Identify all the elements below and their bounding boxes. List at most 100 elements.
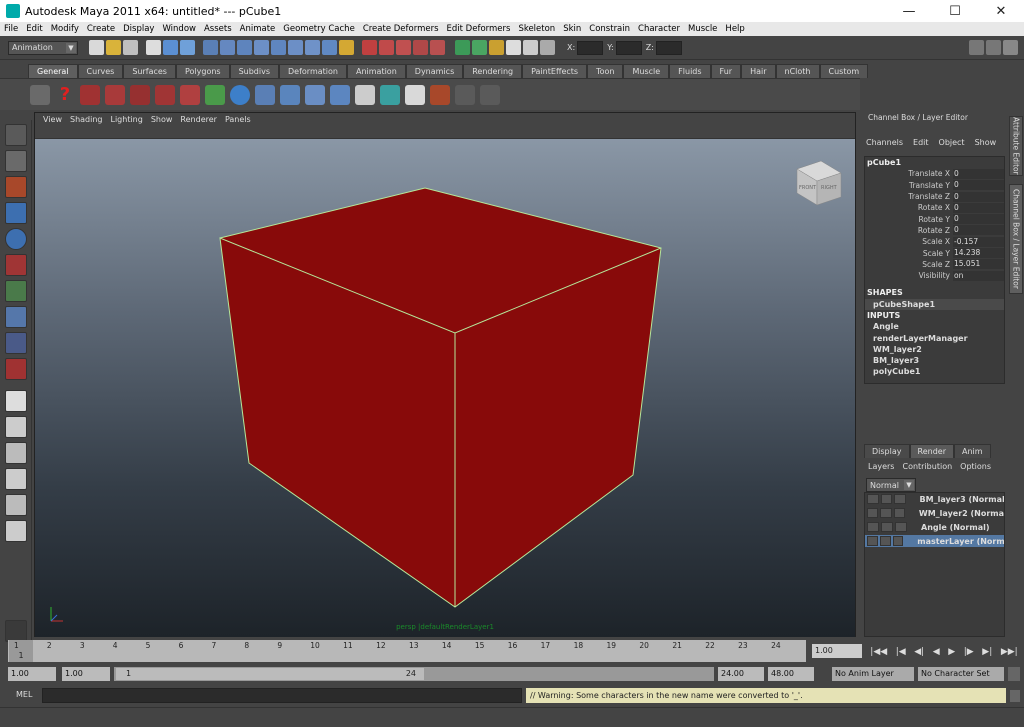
select-surfaces-icon[interactable] bbox=[271, 40, 286, 55]
menu-create[interactable]: Create bbox=[83, 24, 119, 34]
layer-menu-contribution[interactable]: Contribution bbox=[902, 462, 952, 471]
play-forward-icon[interactable]: ▶ bbox=[948, 647, 955, 657]
playback-start-field[interactable]: 1.00 bbox=[62, 667, 110, 681]
layer-menu-layers[interactable]: Layers bbox=[868, 462, 894, 471]
shelf-tab-fluids[interactable]: Fluids bbox=[669, 64, 711, 78]
select-hierarchy-icon[interactable] bbox=[146, 40, 161, 55]
shelf-shader-icon[interactable] bbox=[380, 84, 400, 105]
viewport-menu-panels[interactable]: Panels bbox=[221, 115, 255, 124]
save-scene-icon[interactable] bbox=[123, 40, 138, 55]
graph-layout-icon[interactable] bbox=[5, 468, 27, 490]
go-to-start-icon[interactable]: |◀◀ bbox=[870, 647, 887, 657]
shelf-cube-icon[interactable] bbox=[405, 84, 425, 105]
snap-grid-icon[interactable] bbox=[362, 40, 377, 55]
channel-value[interactable]: 0 bbox=[953, 202, 1004, 213]
channel-value[interactable]: 0 bbox=[953, 225, 1004, 236]
layer-settings-icon[interactable] bbox=[894, 494, 906, 504]
y-field[interactable] bbox=[615, 40, 642, 55]
snap-curve-icon[interactable] bbox=[379, 40, 394, 55]
channel-menu-object[interactable]: Object bbox=[939, 138, 965, 147]
select-rendering-icon[interactable] bbox=[322, 40, 337, 55]
menu-window[interactable]: Window bbox=[158, 24, 200, 34]
channel-value[interactable]: on bbox=[953, 270, 1004, 281]
channel-menu-show[interactable]: Show bbox=[975, 138, 997, 147]
input-node[interactable]: WM_layer2 bbox=[865, 344, 1004, 355]
step-forward-frame-icon[interactable]: |▶ bbox=[964, 647, 974, 657]
shape-node[interactable]: pCubeShape1 bbox=[865, 298, 1004, 310]
render-toggle-icon[interactable] bbox=[879, 536, 891, 546]
anim-end-field[interactable]: 48.00 bbox=[768, 667, 814, 681]
viewport-menu-shading[interactable]: Shading bbox=[66, 115, 107, 124]
shelf-joint-icon[interactable] bbox=[255, 84, 275, 105]
shelf-tab-painteffects[interactable]: PaintEffects bbox=[522, 64, 588, 78]
menu-geometry-cache[interactable]: Geometry Cache bbox=[279, 24, 359, 34]
viewcube[interactable]: FRONT RIGHT bbox=[796, 160, 842, 206]
soft-mod-icon[interactable] bbox=[5, 306, 27, 328]
layer-row[interactable]: WM_layer2 (Normal) bbox=[865, 507, 1004, 519]
select-dynamics-icon[interactable] bbox=[305, 40, 320, 55]
channel-menu-edit[interactable]: Edit bbox=[913, 138, 929, 147]
auto-key-icon[interactable] bbox=[1008, 667, 1020, 681]
playback-end-field[interactable]: 24.00 bbox=[718, 667, 764, 681]
paint-select-icon[interactable] bbox=[5, 176, 27, 198]
ipr-render-icon[interactable] bbox=[523, 40, 538, 55]
channel-row[interactable]: Rotate X0 bbox=[865, 202, 1004, 213]
last-tool-icon[interactable] bbox=[5, 332, 27, 354]
render-toggle-icon[interactable] bbox=[881, 522, 893, 532]
move-tool-icon[interactable] bbox=[5, 202, 27, 224]
shelf-ik-icon[interactable] bbox=[280, 84, 300, 105]
shelf-bird2-icon[interactable] bbox=[480, 84, 500, 105]
menu-edit-deformers[interactable]: Edit Deformers bbox=[443, 24, 515, 34]
channel-row[interactable]: Scale Z 15.051 bbox=[865, 259, 1004, 270]
render-toggle-icon[interactable] bbox=[880, 494, 893, 504]
select-tool-icon[interactable] bbox=[5, 124, 27, 146]
menu-help[interactable]: Help bbox=[721, 24, 748, 34]
step-back-frame-icon[interactable]: ◀| bbox=[914, 647, 924, 657]
menu-muscle[interactable]: Muscle bbox=[684, 24, 721, 34]
shelf-tab-subdivs[interactable]: Subdivs bbox=[229, 64, 280, 78]
z-field[interactable] bbox=[655, 40, 682, 55]
render-toggle-icon[interactable] bbox=[880, 508, 892, 518]
select-curves-icon[interactable] bbox=[254, 40, 269, 55]
attribute-editor-tab[interactable]: Attribute Editor bbox=[1009, 116, 1023, 176]
channel-row[interactable]: Translate Z0 bbox=[865, 191, 1004, 202]
active-tool-icon[interactable] bbox=[5, 358, 27, 380]
shelf-tab-ncloth[interactable]: nCloth bbox=[775, 64, 820, 78]
channel-row[interactable]: Visibility on bbox=[865, 270, 1004, 281]
open-scene-icon[interactable] bbox=[106, 40, 121, 55]
new-scene-icon[interactable] bbox=[89, 40, 104, 55]
shelf-magnet-icon[interactable] bbox=[180, 84, 200, 105]
layer-settings-icon[interactable] bbox=[895, 522, 907, 532]
layer-blend-dropdown[interactable]: Normal ▼ bbox=[866, 478, 916, 492]
channel-row[interactable]: Scale X -0.157 bbox=[865, 236, 1004, 247]
hypershade-layout-icon[interactable] bbox=[5, 494, 27, 516]
viewport-menu-lighting[interactable]: Lighting bbox=[106, 115, 146, 124]
input-node[interactable]: Angle bbox=[865, 321, 1004, 332]
four-pane-layout-icon[interactable] bbox=[5, 416, 27, 438]
input-node[interactable]: BM_layer3 bbox=[865, 355, 1004, 366]
visibility-toggle-icon[interactable] bbox=[867, 508, 879, 518]
shelf-paint-icon[interactable] bbox=[205, 84, 225, 105]
shelf-graph-icon[interactable] bbox=[155, 84, 175, 105]
shelf-tab-rendering[interactable]: Rendering bbox=[463, 64, 523, 78]
shelf-weight-icon[interactable] bbox=[330, 84, 350, 105]
layer-tab-anim[interactable]: Anim bbox=[953, 444, 991, 458]
select-object-icon[interactable] bbox=[163, 40, 178, 55]
menu-file[interactable]: File bbox=[0, 24, 22, 34]
menu-modify[interactable]: Modify bbox=[47, 24, 83, 34]
visibility-toggle-icon[interactable] bbox=[867, 536, 878, 546]
shelf-tab-hair[interactable]: Hair bbox=[741, 64, 776, 78]
channel-box-toggle-icon[interactable] bbox=[1003, 40, 1018, 55]
select-component-icon[interactable] bbox=[180, 40, 195, 55]
select-handles-icon[interactable] bbox=[220, 40, 235, 55]
channel-row[interactable]: Rotate Z0 bbox=[865, 225, 1004, 236]
render-settings-icon[interactable] bbox=[540, 40, 555, 55]
anim-start-field[interactable]: 1.00 bbox=[8, 667, 56, 681]
shelf-file-icon[interactable] bbox=[355, 84, 375, 105]
current-frame-field[interactable]: 1.00 bbox=[812, 644, 862, 658]
visibility-toggle-icon[interactable] bbox=[867, 494, 879, 504]
channel-value[interactable]: 15.051 bbox=[953, 259, 1004, 270]
character-set-dropdown[interactable]: No Character Set bbox=[918, 667, 1004, 681]
render-view-icon[interactable] bbox=[489, 40, 504, 55]
attribute-editor-toggle-icon[interactable] bbox=[969, 40, 984, 55]
